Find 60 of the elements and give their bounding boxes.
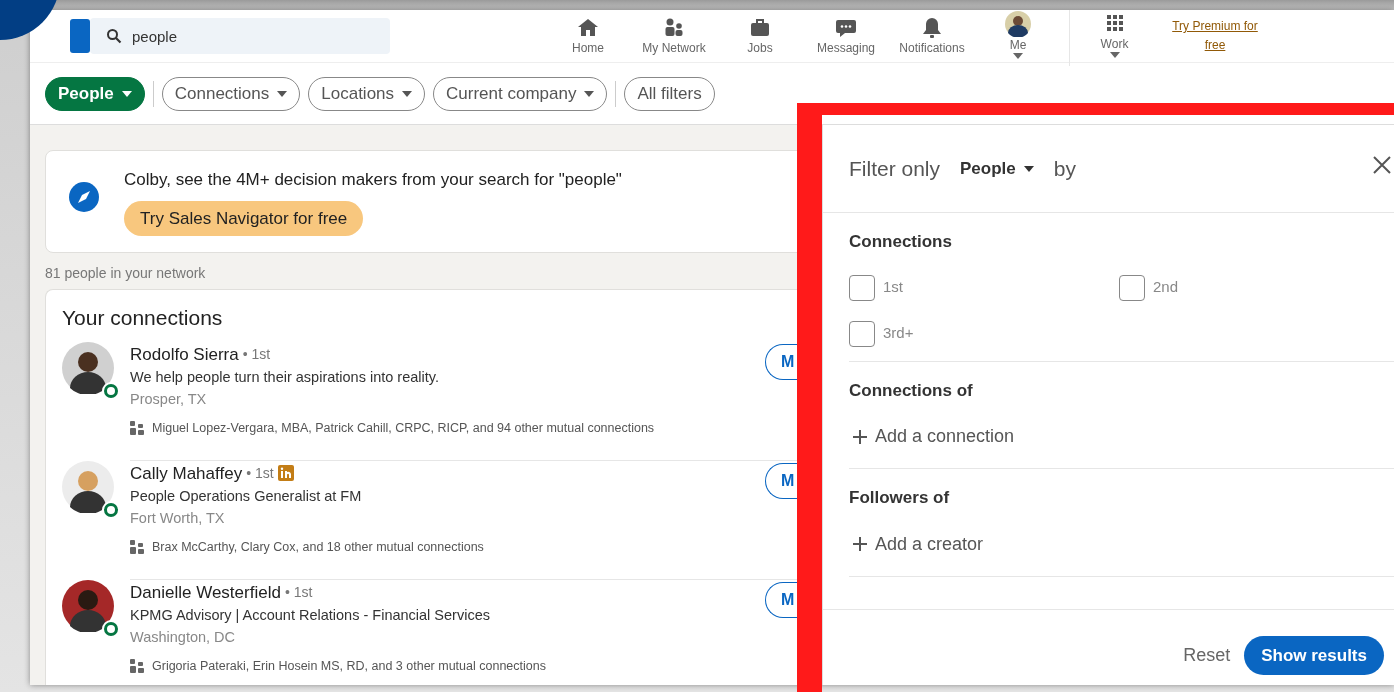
nav-item[interactable]: Jobs xyxy=(717,16,803,56)
person-location: Washington, DC xyxy=(130,627,237,647)
bell-icon xyxy=(920,16,944,41)
checkbox[interactable] xyxy=(1119,274,1145,301)
message-button[interactable]: M xyxy=(765,462,797,499)
checkbox-label: 3rd+ xyxy=(883,323,914,344)
checkbox-label: 1st xyxy=(883,277,903,298)
show-results-button[interactable]: Show results xyxy=(1244,635,1384,675)
sales-navigator-button[interactable]: Try Sales Navigator for free xyxy=(124,200,364,236)
person-name[interactable]: Cally Mahaffey xyxy=(130,460,243,486)
filter-pill[interactable]: Locations xyxy=(308,76,426,111)
person-name[interactable]: Danielle Westerfield xyxy=(130,579,281,605)
checkbox[interactable] xyxy=(849,320,875,347)
nav-item[interactable]: Me xyxy=(975,11,1061,61)
search-field[interactable]: people xyxy=(90,18,390,54)
plus-icon xyxy=(853,537,867,551)
add-link[interactable]: Add a creator xyxy=(849,510,984,576)
filter-pill[interactable]: All filters xyxy=(624,76,715,111)
filter-pill[interactable]: Current company xyxy=(433,76,608,111)
message-button[interactable]: M xyxy=(765,581,797,618)
promo-text: Colby, see the 4M+ decision makers from your search for "people" xyxy=(124,169,622,191)
person-headline: We help people turn their aspirations into reality. xyxy=(130,368,440,387)
panel-title: Filter only xyxy=(849,155,941,182)
mutual-connections: Grigoria Pateraki, Erin Hosein MS, RD, and 3 other mutual connections xyxy=(152,657,546,675)
mutual-connections: Brax McCarthy, Clary Cox, and 18 other mutual connections xyxy=(152,538,484,556)
section-title: Your connections xyxy=(61,305,224,331)
panel-title-suffix: by xyxy=(1053,155,1076,182)
plus-icon xyxy=(853,429,867,444)
checkbox[interactable] xyxy=(849,274,875,301)
person-headline: KPMG Advisory | Account Relations - Financial Services xyxy=(130,606,491,625)
type-dropdown[interactable]: People xyxy=(956,154,1038,183)
reset-button[interactable]: Reset xyxy=(1177,640,1237,670)
nav-item[interactable]: Notifications xyxy=(889,16,975,56)
person-headline: People Operations Generalist at FM xyxy=(130,487,363,506)
network-count: 81 people in your network xyxy=(45,264,207,283)
compass-icon xyxy=(68,181,100,213)
people-icon xyxy=(130,539,144,554)
connection-degree: • 1st xyxy=(246,463,274,483)
person-location: Fort Worth, TX xyxy=(130,508,226,528)
search-icon xyxy=(106,28,122,44)
section-title: Connections xyxy=(849,231,953,253)
caret-icon xyxy=(1023,165,1034,172)
people-icon xyxy=(130,420,144,435)
connection-degree: • 1st xyxy=(242,344,271,364)
section-title: Followers of xyxy=(849,487,951,509)
add-link[interactable]: Add a connection xyxy=(849,403,1015,468)
person-location: Prosper, TX xyxy=(130,389,208,409)
nav-item[interactable]: Home xyxy=(545,16,631,56)
checkbox-label: 2nd xyxy=(1153,277,1179,298)
filter-pill[interactable]: People xyxy=(45,76,145,111)
message-button[interactable]: M xyxy=(765,343,797,380)
person-name[interactable]: Rodolfo Sierra xyxy=(130,341,239,367)
people-icon xyxy=(130,658,144,673)
nav-item[interactable]: Messaging xyxy=(803,16,889,56)
section-title: Connections of xyxy=(849,379,974,402)
connection-degree: • 1st xyxy=(284,582,313,602)
mutual-connections: Miguel Lopez-Vergara, MBA, Patrick Cahill, CRPC, RICP, and 94 other mutual connections xyxy=(152,419,655,437)
nav-item[interactable]: My Network xyxy=(631,16,717,56)
filter-pill[interactable]: Connections xyxy=(161,76,301,111)
premium-link[interactable]: Try Premium for free xyxy=(1167,17,1263,55)
